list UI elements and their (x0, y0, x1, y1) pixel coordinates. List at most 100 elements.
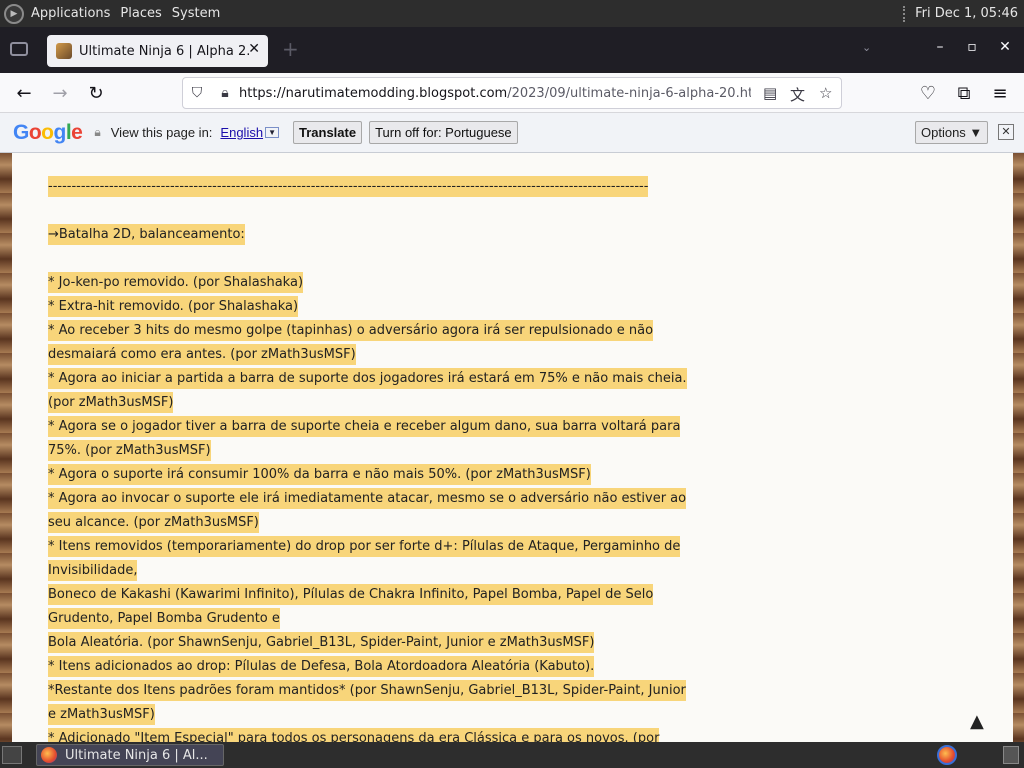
reader-view-icon[interactable]: ▤ (763, 84, 777, 102)
new-tab-icon[interactable]: + (282, 37, 299, 61)
taskbar: Ultimate Ninja 6 | Al... (0, 742, 1024, 768)
post-line: * Jo-ken-po removido. (por Shalashaka) (48, 271, 708, 295)
post-line: Invisibilidade, (48, 559, 708, 583)
nav-bar: ← → ↻ ⛉ 🔒︎ https://narutimatemodding.blo… (0, 73, 1024, 113)
tab-title: Ultimate Ninja 6 | Alpha 2.0 (79, 43, 251, 59)
post-line-text: →Batalha 2D, balanceamento: (48, 224, 245, 245)
post-line-text: * Ao receber 3 hits do mesmo golpe (tapi… (48, 320, 654, 341)
translate-lock-icon: 🔒︎ (94, 125, 101, 139)
post-line: 75%. (por zMath3usMSF) (48, 439, 708, 463)
post-line: →Batalha 2D, balanceamento: (48, 223, 708, 247)
url-path: /2023/09/ultimate-ninja-6-alpha-20.htm (507, 85, 751, 101)
post-line: (por zMath3usMSF) (48, 391, 708, 415)
language-select[interactable]: English (220, 125, 263, 140)
maximize-button[interactable]: ▫ (962, 39, 982, 55)
menu-applications[interactable]: Applications (31, 6, 110, 21)
lock-icon[interactable]: 🔒︎ (211, 85, 239, 101)
post-line: * Adicionado "Item Especial" para todos … (48, 727, 708, 742)
translate-bar: Google 🔒︎ View this page in: English ▼ T… (0, 113, 1024, 153)
pocket-icon[interactable]: ♡ (916, 81, 940, 105)
taskbar-task-label: Ultimate Ninja 6 | Al... (65, 747, 208, 763)
menu-places[interactable]: Places (120, 6, 161, 21)
scroll-top-icon[interactable]: ▲ (970, 711, 984, 732)
post-line-text: * Jo-ken-po removido. (por Shalashaka) (48, 272, 304, 293)
post-line-text: * Agora ao invocar o suporte ele irá ime… (48, 488, 687, 509)
top-panel: ▶ Applications Places System Fri Dec 1, … (0, 0, 1024, 27)
post-line-text: (por zMath3usMSF) (48, 392, 174, 413)
tab-close-icon[interactable]: ✕ (248, 41, 260, 57)
post-line: * Agora o suporte irá consumir 100% da b… (48, 463, 708, 487)
post-line-text: ----------------------------------------… (48, 176, 649, 197)
post-line-text: * Itens removidos (temporariamente) do d… (48, 536, 681, 557)
url-bar[interactable]: ⛉ 🔒︎ https://narutimatemodding.blogspot.… (182, 77, 842, 109)
post-line-text: 75%. (por zMath3usMSF) (48, 440, 211, 461)
reload-button[interactable]: ↻ (84, 81, 108, 105)
post-line: e zMath3usMSF) (48, 703, 708, 727)
post-line-text: Boneco de Kakashi (Kawarimi Infinito), P… (48, 584, 654, 605)
translate-icon[interactable]: 文 (790, 84, 805, 105)
firefox-icon (41, 747, 57, 763)
tab-bar: Ultimate Ninja 6 | Alpha 2.0 ✕ + ⌄ – ▫ ✕ (0, 27, 1024, 73)
post-line: ----------------------------------------… (48, 175, 708, 199)
post-line-text: * Adicionado "Item Especial" para todos … (48, 728, 660, 742)
tab-list-chevron-icon[interactable]: ⌄ (862, 41, 871, 54)
url-text[interactable]: https://narutimatemodding.blogspot.com/2… (239, 86, 751, 101)
turn-off-button[interactable]: Turn off for: Portuguese (369, 121, 518, 144)
tab-favicon-icon (56, 43, 72, 59)
tray-firefox-icon[interactable] (937, 745, 957, 765)
shield-icon[interactable]: ⛉ (183, 85, 211, 101)
post-line-text: Grudento, Papel Bomba Grudento e (48, 608, 280, 629)
post-line: * Agora ao invocar o suporte ele irá ime… (48, 487, 708, 511)
show-desktop-icon[interactable] (2, 746, 22, 764)
system-logo-icon[interactable]: ▶ (4, 3, 24, 24)
url-host: https://narutimatemodding.blogspot.com (239, 85, 508, 101)
post-line-text: *Restante dos Itens padrões foram mantid… (48, 680, 686, 701)
back-button[interactable]: ← (12, 81, 36, 105)
page-viewport: ----------------------------------------… (0, 153, 1024, 742)
post-line: Bola Aleatória. (por ShawnSenju, Gabriel… (48, 631, 708, 655)
options-button[interactable]: Options ▼ (915, 121, 989, 144)
post-line-text: Bola Aleatória. (por ShawnSenju, Gabriel… (48, 632, 595, 653)
forward-button[interactable]: → (48, 81, 72, 105)
taskbar-firefox-task[interactable]: Ultimate Ninja 6 | Al... (36, 744, 224, 766)
post-line: seu alcance. (por zMath3usMSF) (48, 511, 708, 535)
post-line (48, 247, 708, 271)
workspace-switcher-icon[interactable] (1003, 746, 1019, 764)
post-body: ----------------------------------------… (12, 153, 1013, 742)
post-line: * Itens adicionados ao drop: Pílulas de … (48, 655, 708, 679)
translate-close-icon[interactable]: ✕ (998, 124, 1014, 140)
post-line: Grudento, Papel Bomba Grudento e (48, 607, 708, 631)
menu-system[interactable]: System (172, 6, 220, 21)
extensions-icon[interactable]: ⧉ (952, 81, 976, 105)
translate-prompt: View this page in: (110, 125, 213, 140)
language-dropdown-icon[interactable]: ▼ (265, 127, 279, 138)
post-lines: ----------------------------------------… (48, 175, 708, 742)
clock[interactable]: Fri Dec 1, 05:46 (915, 6, 1018, 21)
post-line: * Agora se o jogador tiver a barra de su… (48, 415, 708, 439)
post-line-text: * Agora ao iniciar a partida a barra de … (48, 368, 687, 389)
google-logo: Google (13, 120, 83, 144)
translate-button[interactable]: Translate (292, 121, 363, 144)
app-menu-icon[interactable]: ≡ (988, 81, 1012, 105)
panel-grip-icon (903, 5, 907, 22)
post-line-text: * Extra-hit removido. (por Shalashaka) (48, 296, 299, 317)
post-line: desmaiará como era antes. (por zMath3usM… (48, 343, 708, 367)
post-line: *Restante dos Itens padrões foram mantid… (48, 679, 708, 703)
close-window-button[interactable]: ✕ (995, 39, 1015, 55)
tab-active[interactable]: Ultimate Ninja 6 | Alpha 2.0 ✕ (47, 35, 268, 67)
post-line: * Itens removidos (temporariamente) do d… (48, 535, 708, 559)
minimize-button[interactable]: – (930, 39, 950, 55)
post-line-text: * Itens adicionados ao drop: Pílulas de … (48, 656, 595, 677)
post-line: * Extra-hit removido. (por Shalashaka) (48, 295, 708, 319)
post-line-text: seu alcance. (por zMath3usMSF) (48, 512, 259, 533)
post-line: * Agora ao iniciar a partida a barra de … (48, 367, 708, 391)
post-line-text: * Agora o suporte irá consumir 100% da b… (48, 464, 591, 485)
post-line: Boneco de Kakashi (Kawarimi Infinito), P… (48, 583, 708, 607)
post-line-text: e zMath3usMSF) (48, 704, 155, 725)
post-line (48, 199, 708, 223)
post-line-text: desmaiará como era antes. (por zMath3usM… (48, 344, 356, 365)
bookmark-star-icon[interactable]: ☆ (819, 84, 832, 102)
post-line: * Ao receber 3 hits do mesmo golpe (tapi… (48, 319, 708, 343)
firefox-view-icon[interactable] (10, 42, 28, 56)
post-line-text: * Agora se o jogador tiver a barra de su… (48, 416, 681, 437)
